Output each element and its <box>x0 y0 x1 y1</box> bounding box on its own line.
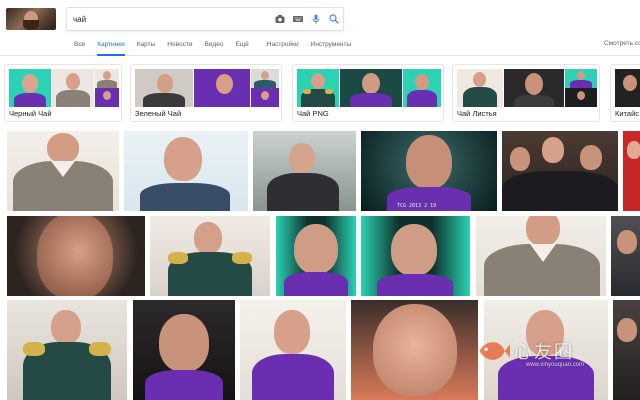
camera-icon[interactable] <box>273 12 287 26</box>
search-icon[interactable] <box>327 12 341 26</box>
image-result[interactable] <box>124 131 248 211</box>
chip-tea-png[interactable]: Чай PNG <box>292 64 444 122</box>
fish-logo-icon <box>479 342 510 360</box>
chip-thumbnail <box>251 69 279 88</box>
view-saved-link[interactable]: Смотреть со <box>604 40 640 47</box>
chip-thumbnail <box>457 69 503 107</box>
chip-chinese-tea[interactable]: Китайс <box>610 64 640 122</box>
chip-label: Зеленый Чай <box>135 109 182 118</box>
chip-label: Чай Листья <box>457 109 497 118</box>
chip-thumbnail <box>565 88 597 107</box>
doodle-beard <box>23 20 39 30</box>
tab-tools[interactable]: Инструменты <box>311 40 352 56</box>
chip-green-tea[interactable]: Зеленый Чай <box>130 64 282 122</box>
image-result[interactable] <box>361 216 470 296</box>
watermark-url: www.xinyouquan.com <box>526 362 585 368</box>
chip-tea-leaves[interactable]: Чай Листья <box>452 64 600 122</box>
image-result[interactable] <box>502 131 618 211</box>
chip-thumbnail <box>340 69 402 107</box>
chip-thumbnail <box>95 88 119 107</box>
tab-settings[interactable]: Настройки <box>267 40 299 56</box>
image-result[interactable] <box>253 131 356 211</box>
tab-video[interactable]: Видео <box>204 40 223 56</box>
tab-more[interactable]: Ещё <box>235 40 248 56</box>
chip-thumbnail <box>403 69 441 107</box>
chip-thumbnail <box>9 69 51 107</box>
image-result[interactable] <box>623 131 640 211</box>
chip-thumbnail <box>52 69 94 107</box>
search-input[interactable] <box>73 11 263 27</box>
chip-thumbnail <box>615 69 640 107</box>
chip-thumbnail <box>251 88 279 107</box>
image-result[interactable] <box>7 216 145 296</box>
tab-maps[interactable]: Карты <box>137 40 156 56</box>
image-result[interactable] <box>476 216 606 296</box>
image-result[interactable] <box>7 131 119 211</box>
chip-thumbnail <box>95 69 119 88</box>
image-result[interactable] <box>351 300 478 400</box>
image-result[interactable] <box>150 216 270 296</box>
microphone-icon[interactable] <box>309 12 323 26</box>
tab-images[interactable]: Картинки <box>97 40 125 56</box>
chip-thumbnail <box>297 69 339 107</box>
image-result[interactable] <box>276 216 356 296</box>
watermark: 心友圈 www.xinyouquan.com <box>470 326 630 386</box>
search-box <box>66 7 344 31</box>
image-result[interactable]: TCG 2013 2 19 <box>361 131 497 211</box>
tab-news[interactable]: Новости <box>167 40 192 56</box>
image-result[interactable] <box>240 300 346 400</box>
chip-black-tea[interactable]: Черный Чай <box>4 64 122 122</box>
image-result[interactable] <box>611 216 640 296</box>
search-tabs: Все Картинки Карты Новости Видео Ещё Нас… <box>74 40 363 56</box>
chip-thumbnail <box>194 69 250 107</box>
tab-all[interactable]: Все <box>74 40 85 56</box>
chip-thumbnail <box>504 69 564 107</box>
header: Все Картинки Карты Новости Видео Ещё Нас… <box>0 0 640 56</box>
image-result[interactable] <box>133 300 235 400</box>
chip-thumbnail <box>135 69 193 107</box>
chip-thumbnail <box>565 69 597 88</box>
chip-label: Чай PNG <box>297 109 329 118</box>
related-searches: Черный Чай Зеленый Чай Чай PNG Чай Листь… <box>0 62 640 124</box>
logo-doodle[interactable] <box>6 8 56 30</box>
keyboard-icon[interactable] <box>291 12 305 26</box>
watermark-text: 心友圈 <box>514 342 574 363</box>
video-overlay-text: TCG 2013 2 19 <box>397 203 437 209</box>
chip-label: Черный Чай <box>9 109 52 118</box>
chip-label: Китайс <box>615 109 640 118</box>
google-images-page: Все Картинки Карты Новости Видео Ещё Нас… <box>0 0 640 400</box>
image-result[interactable] <box>7 300 127 400</box>
